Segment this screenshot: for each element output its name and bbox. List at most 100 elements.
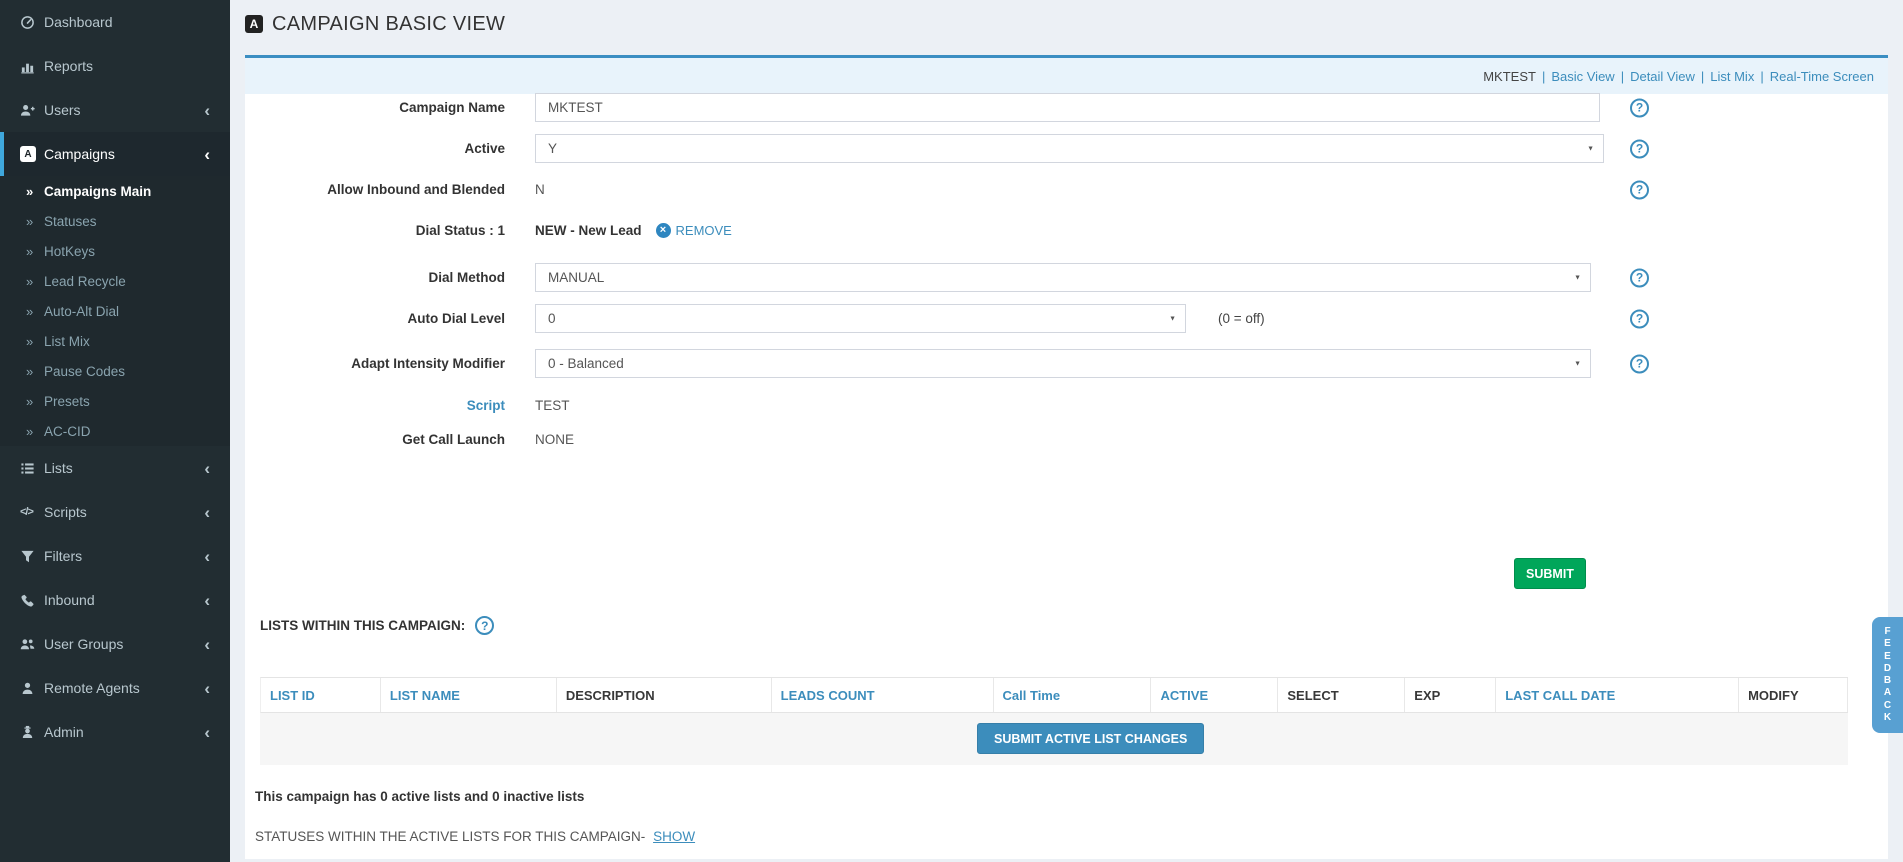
help-icon[interactable]: ?: [1630, 268, 1649, 287]
column-header-leads-count[interactable]: LEADS COUNT: [772, 678, 994, 712]
feedback-tab[interactable]: FEEDBACK: [1872, 617, 1903, 733]
dial-method-row: Dial Method MANUAL ▼ ?: [245, 263, 1888, 292]
chevron-left-icon: ‹: [204, 100, 210, 120]
active-select[interactable]: Y ▼: [535, 134, 1604, 163]
submenu-item-hotkeys[interactable]: » HotKeys: [0, 236, 230, 266]
submenu-item-statuses[interactable]: » Statuses: [0, 206, 230, 236]
funnel-icon: [20, 549, 44, 564]
chevron-left-icon: ‹: [204, 722, 210, 742]
sidebar-item-dashboard[interactable]: Dashboard: [0, 0, 230, 44]
lists-table: LIST ID LIST NAME DESCRIPTION LEADS COUN…: [260, 677, 1849, 765]
submenu-item-presets[interactable]: » Presets: [0, 386, 230, 416]
sidebar-item-label: Admin: [44, 724, 84, 740]
x-circle-icon: ×: [655, 223, 671, 238]
adapt-intensity-label: Adapt Intensity Modifier: [351, 356, 505, 371]
auto-dial-level-note: (0 = off): [1218, 311, 1265, 326]
dial-method-label: Dial Method: [428, 270, 506, 285]
auto-dial-level-row: Auto Dial Level 0 ▼ (0 = off) ?: [245, 304, 1888, 333]
script-link-label[interactable]: Script: [245, 398, 505, 413]
submenu-item-label: Campaigns Main: [44, 183, 152, 199]
allow-inbound-label: Allow Inbound and Blended: [327, 182, 505, 197]
submenu-item-ac-cid[interactable]: » AC-CID: [0, 416, 230, 446]
allow-inbound-row: Allow Inbound and Blended N ?: [245, 175, 1888, 204]
help-icon[interactable]: ?: [1630, 139, 1649, 158]
sidebar-item-lists[interactable]: Lists ‹: [0, 446, 230, 490]
double-angle-icon: »: [26, 363, 34, 379]
column-header-last-call-date[interactable]: LAST CALL DATE: [1496, 678, 1740, 712]
sidebar-item-users[interactable]: Users ‹: [0, 88, 230, 132]
campaigns-submenu: » Campaigns Main » Statuses » HotKeys » …: [0, 176, 230, 446]
campaign-a-icon: A: [245, 15, 263, 33]
adapt-intensity-select[interactable]: 0 - Balanced ▼: [535, 349, 1591, 378]
submit-active-list-changes-button[interactable]: SUBMIT ACTIVE LIST CHANGES: [977, 723, 1205, 754]
adapt-intensity-select-value: 0 - Balanced: [548, 356, 624, 371]
adapt-intensity-row: Adapt Intensity Modifier 0 - Balanced ▼ …: [245, 349, 1888, 378]
column-header-list-name[interactable]: LIST NAME: [381, 678, 557, 712]
chevron-left-icon: ‹: [204, 546, 210, 566]
column-header-exp: EXP: [1405, 678, 1497, 712]
sidebar-item-label: Users: [44, 102, 81, 118]
lists-summary: This campaign has 0 active lists and 0 i…: [255, 789, 585, 804]
chevron-left-icon: ‹: [204, 502, 210, 522]
chevron-down-icon: ▼: [1574, 360, 1581, 367]
sidebar-item-label: Scripts: [44, 504, 87, 520]
lists-table-header: LIST ID LIST NAME DESCRIPTION LEADS COUN…: [260, 677, 1849, 713]
breadcrumb-separator: |: [1541, 68, 1546, 84]
auto-dial-level-label: Auto Dial Level: [407, 311, 505, 326]
bar-chart-icon: [20, 59, 44, 74]
breadcrumb-separator: |: [1760, 68, 1764, 84]
double-angle-icon: »: [26, 273, 34, 289]
sidebar-item-filters[interactable]: Filters ‹: [0, 534, 230, 578]
chevron-left-icon: ‹: [204, 458, 210, 478]
breadcrumb-link-basic-view[interactable]: Basic View: [1551, 69, 1614, 84]
chevron-down-icon: ▼: [1587, 145, 1594, 152]
help-icon[interactable]: ?: [1630, 98, 1649, 117]
show-statuses-link[interactable]: SHOW: [653, 829, 695, 844]
sidebar-item-user-groups[interactable]: User Groups ‹: [0, 622, 230, 666]
sidebar-item-reports[interactable]: Reports: [0, 44, 230, 88]
sidebar-item-label: Inbound: [44, 592, 95, 608]
submenu-item-pause-codes[interactable]: » Pause Codes: [0, 356, 230, 386]
help-icon[interactable]: ?: [475, 616, 495, 635]
breadcrumb: MKTEST | Basic View | Detail View | List…: [245, 58, 1888, 94]
dial-status-row: Dial Status : 1 NEW - New Lead × REMOVE: [245, 216, 1888, 245]
sidebar-item-admin[interactable]: Admin ‹: [0, 710, 230, 754]
breadcrumb-separator: |: [1620, 68, 1625, 84]
active-label: Active: [464, 141, 505, 156]
submenu-item-auto-alt-dial[interactable]: » Auto-Alt Dial: [0, 296, 230, 326]
dial-status-value: NEW - New Lead: [535, 223, 642, 238]
submenu-item-label: AC-CID: [44, 423, 91, 439]
submit-button[interactable]: SUBMIT: [1514, 558, 1586, 589]
statuses-text: STATUSES WITHIN THE ACTIVE LISTS FOR THI…: [255, 829, 646, 844]
help-icon[interactable]: ?: [1630, 354, 1649, 373]
breadcrumb-link-real-time-screen[interactable]: Real-Time Screen: [1770, 69, 1874, 84]
page-title-bar: A CAMPAIGN BASIC VIEW: [245, 0, 505, 48]
sidebar-item-remote-agents[interactable]: Remote Agents ‹: [0, 666, 230, 710]
column-header-active[interactable]: ACTIVE: [1151, 678, 1279, 712]
column-header-list-id[interactable]: LIST ID: [261, 678, 381, 712]
help-icon[interactable]: ?: [1630, 180, 1649, 199]
help-icon[interactable]: ?: [1630, 309, 1649, 328]
campaign-name-input[interactable]: [535, 93, 1600, 122]
dial-method-select[interactable]: MANUAL ▼: [535, 263, 1591, 292]
submenu-item-list-mix[interactable]: » List Mix: [0, 326, 230, 356]
double-angle-icon: »: [26, 333, 34, 349]
sidebar-item-inbound[interactable]: Inbound ‹: [0, 578, 230, 622]
remove-status-link[interactable]: × REMOVE: [655, 223, 732, 238]
submenu-item-label: List Mix: [44, 333, 90, 349]
submenu-item-label: Auto-Alt Dial: [44, 303, 120, 319]
sidebar: Dashboard Reports Users ‹ A Campaigns ‹ …: [0, 0, 230, 862]
get-call-launch-label: Get Call Launch: [402, 432, 505, 447]
sidebar-item-campaigns[interactable]: A Campaigns ‹: [0, 132, 230, 176]
active-row: Active Y ▼ ?: [245, 134, 1888, 163]
breadcrumb-link-detail-view[interactable]: Detail View: [1630, 69, 1695, 84]
submenu-item-campaigns-main[interactable]: » Campaigns Main: [0, 176, 230, 206]
campaign-panel: MKTEST | Basic View | Detail View | List…: [245, 55, 1888, 859]
breadcrumb-link-list-mix[interactable]: List Mix: [1710, 69, 1754, 84]
submenu-item-lead-recycle[interactable]: » Lead Recycle: [0, 266, 230, 296]
breadcrumb-current-campaign: MKTEST: [1483, 68, 1536, 84]
sidebar-item-scripts[interactable]: </> Scripts ‹: [0, 490, 230, 534]
auto-dial-level-select[interactable]: 0 ▼: [535, 304, 1186, 333]
column-header-call-time[interactable]: Call Time: [994, 678, 1152, 712]
chevron-left-icon: ‹: [204, 590, 210, 610]
